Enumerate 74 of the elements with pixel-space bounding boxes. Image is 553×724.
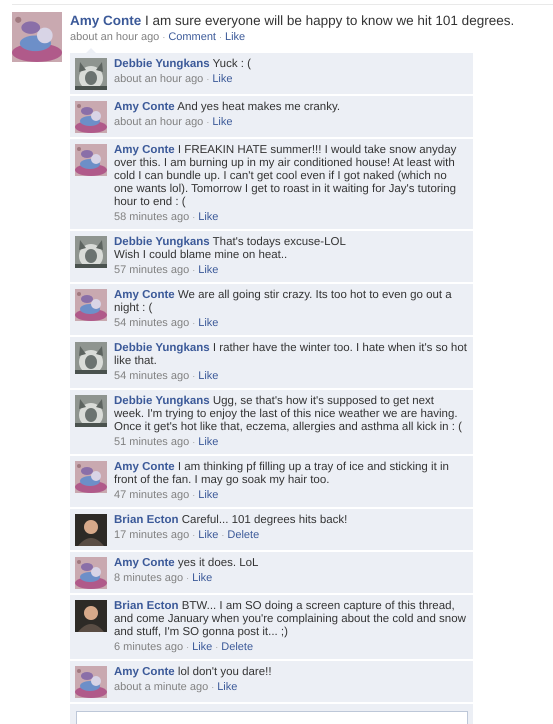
separator-dot: · (206, 73, 210, 86)
action-link[interactable]: Comment (168, 29, 216, 45)
separator-dot: · (206, 116, 210, 129)
action-link[interactable]: Like (217, 679, 238, 695)
author-link[interactable]: Amy Conte (114, 101, 175, 113)
comment-text: Brian Ecton Careful... 101 degrees hits back! (114, 514, 348, 527)
avatar-icon (75, 600, 107, 632)
action-link[interactable]: Like (198, 315, 218, 331)
author-link[interactable]: Amy Conte (114, 461, 175, 473)
timestamp: 6 minutes ago (114, 640, 184, 655)
separator-dot: · (211, 681, 214, 694)
timestamp: 17 minutes ago (114, 528, 190, 543)
separator-dot: · (219, 31, 222, 44)
separator-dot: · (192, 317, 196, 330)
separator-dot: · (186, 641, 190, 654)
action-link[interactable]: Like (192, 639, 212, 655)
action-link[interactable]: Like (225, 29, 246, 45)
timestamp: 54 minutes ago (114, 369, 190, 384)
timestamp: about an hour ago (114, 115, 204, 130)
separator-dot: · (162, 31, 166, 44)
comment-field[interactable] (76, 711, 468, 724)
separator-dot: · (215, 641, 218, 654)
action-link[interactable]: Like (212, 71, 232, 87)
action-link[interactable]: Like (198, 434, 218, 450)
comment-text: Debbie Yungkans Yuck : ( (114, 58, 252, 71)
author-link[interactable]: Amy Conte (114, 557, 175, 569)
separator-dot: · (186, 572, 190, 585)
timestamp: about a minute ago (114, 680, 208, 695)
author-link[interactable]: Amy Conte (114, 666, 175, 678)
timestamp: 58 minutes ago (114, 210, 190, 225)
timestamp: 54 minutes ago (114, 316, 190, 331)
action-link[interactable]: Like (198, 527, 218, 543)
comment-text: Amy Conte And yes heat makes me cranky. (114, 101, 342, 114)
separator-dot: · (192, 370, 196, 383)
comment-text: Debbie Yungkans That's todays excuse-LOL Wish I could blame mine on heat.. (114, 236, 347, 262)
timestamp: 47 minutes ago (114, 488, 190, 503)
separator-dot: · (221, 529, 224, 542)
author-link[interactable]: Brian Ecton (114, 514, 179, 526)
action-link[interactable]: Like (212, 114, 232, 130)
action-link[interactable]: Like (192, 570, 212, 586)
action-link[interactable]: Like (198, 487, 218, 503)
author-link[interactable]: Amy Conte (70, 13, 142, 28)
comment-text: Amy Conte yes it does. LoL (114, 557, 260, 570)
timestamp: 57 minutes ago (114, 263, 190, 278)
timestamp: about an hour ago (114, 72, 204, 87)
comment-text: Amy Conte I am thinking pf filling up a tray of ice and sticking it in front of the fan. I may go soak my hair too. (114, 461, 450, 487)
action-link[interactable]: Like (198, 262, 218, 278)
comment-text: Amy Conte I FREAKIN HATE summer!!! I would take snow anyday over this. I am burning up in my air conditioned house! At least with cold I can bundle up. I can't get cool even if I got naked (which no one wants lol). Tomorrow I get to roast in it waiting for Jay's tutoring hour to end : ( (114, 144, 458, 209)
action-link[interactable]: Delete (227, 527, 260, 543)
avatar-icon (75, 514, 107, 546)
author-link[interactable]: Debbie Yungkans (114, 342, 210, 354)
comment-text: Debbie Yungkans Ugg, se that's how it's supposed to get next week. I'm trying to enjoy the last of this nice weather we are having. Once it get's hot like that, eczema, allergies and asthma all kick in : ( (114, 395, 463, 434)
action-link[interactable]: Like (198, 209, 218, 225)
separator-dot: · (192, 489, 196, 502)
author-link[interactable]: Brian Ecton (114, 600, 179, 612)
timestamp: about an hour ago (70, 30, 160, 45)
comment-text: Debbie Yungkans I rather have the winter too. I hate when it's so hot like that. (114, 342, 467, 368)
action-link[interactable]: Like (198, 368, 218, 384)
author-link[interactable]: Amy Conte (114, 289, 175, 301)
separator-dot: · (192, 211, 196, 224)
separator-dot: · (192, 436, 196, 449)
timestamp: 8 minutes ago (114, 571, 184, 586)
author-link[interactable]: Debbie Yungkans (114, 395, 210, 407)
post-text: Amy Conte I am sure everyone will be happy to know we hit 101 degrees. (70, 12, 516, 29)
author-link[interactable]: Debbie Yungkans (114, 58, 210, 70)
comment-text: Amy Conte We are all going stir crazy. Its too hot to even go out a night : ( (114, 289, 453, 315)
separator-dot: · (192, 264, 196, 277)
author-link[interactable]: Debbie Yungkans (114, 236, 210, 248)
comment-text: Brian Ecton BTW... I am SO doing a screen capture of this thread, and come January when you're complaining about the cold and snow and stuff, I'm SO gonna post it... ;) (114, 600, 467, 639)
timestamp: 51 minutes ago (114, 435, 190, 450)
action-link[interactable]: Delete (221, 639, 254, 655)
separator-dot: · (192, 529, 196, 542)
author-link[interactable]: Amy Conte (114, 144, 175, 156)
comment-text: Amy Conte lol don't you dare!! (114, 666, 273, 679)
